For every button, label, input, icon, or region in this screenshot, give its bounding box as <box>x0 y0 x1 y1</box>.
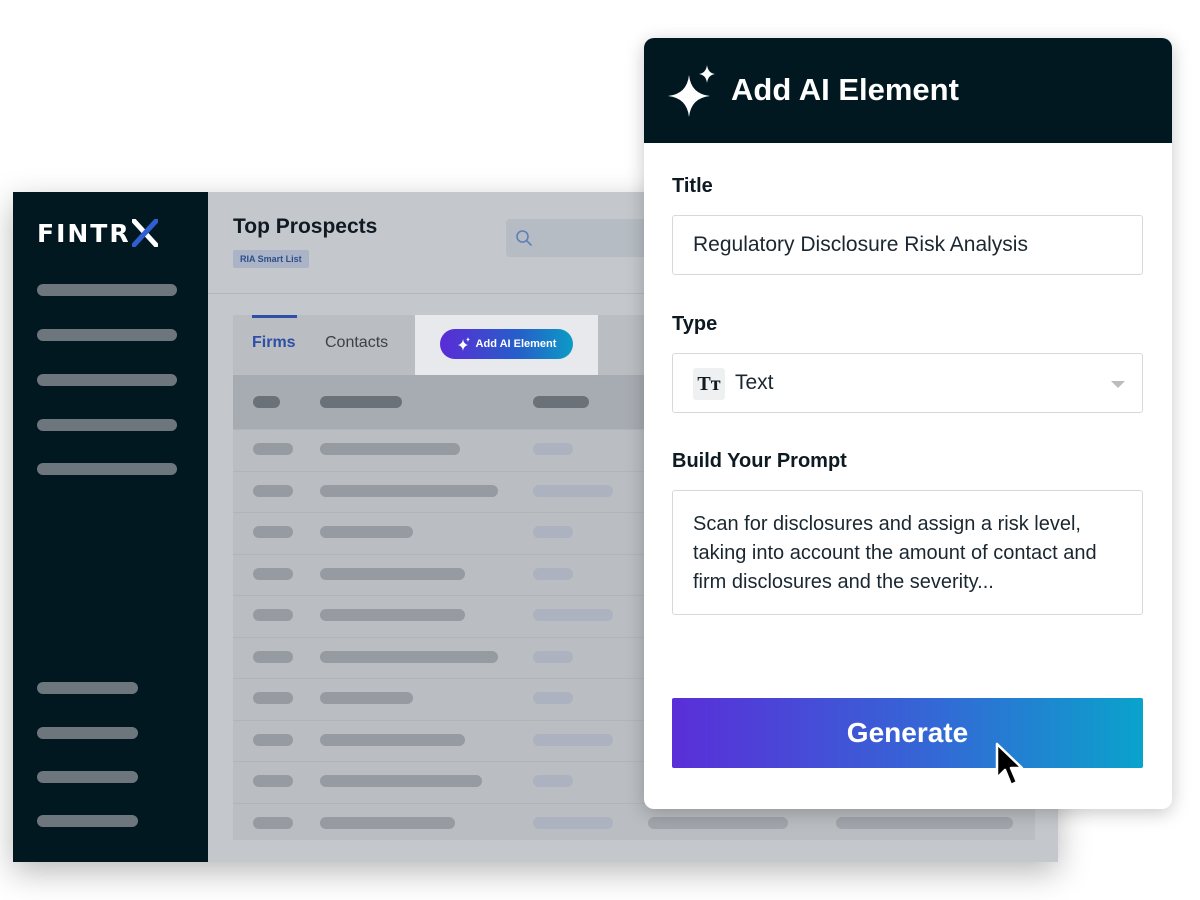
tab-firms[interactable]: Firms <box>252 334 296 352</box>
row-name <box>320 692 413 704</box>
sidebar-footer-item-4[interactable] <box>37 815 138 827</box>
row-detail <box>533 775 573 787</box>
row-name <box>320 733 465 746</box>
page-title: Top Prospects <box>233 215 378 238</box>
sidebar-footer-item-1[interactable] <box>37 682 138 694</box>
row-detail <box>533 609 613 621</box>
sparkle-icon <box>457 337 470 351</box>
row-detail <box>533 816 613 829</box>
logo-text: FINTR <box>37 218 131 248</box>
row-checkbox[interactable] <box>253 775 293 787</box>
title-label: Title <box>672 175 713 197</box>
column-header-name[interactable] <box>320 396 402 408</box>
column-header-select[interactable] <box>253 396 280 408</box>
type-value: Text <box>735 371 774 394</box>
mouse-cursor-icon <box>995 742 1024 787</box>
row-extra-1 <box>648 816 788 829</box>
row-name <box>320 443 460 455</box>
title-input[interactable]: Regulatory Disclosure Risk Analysis <box>672 215 1143 275</box>
sidebar-item-4[interactable] <box>37 419 177 431</box>
row-checkbox[interactable] <box>253 733 293 746</box>
sidebar-item-1[interactable] <box>37 284 177 296</box>
add-ai-element-dialog: Add AI Element Title Regulatory Disclosu… <box>644 38 1172 809</box>
row-checkbox[interactable] <box>253 526 293 538</box>
row-detail <box>533 567 573 580</box>
row-checkbox[interactable] <box>253 567 293 580</box>
row-detail <box>533 526 573 538</box>
row-detail <box>533 484 613 497</box>
dialog-header: Add AI Element <box>644 38 1172 143</box>
column-header-detail[interactable] <box>533 396 589 408</box>
row-checkbox[interactable] <box>253 650 293 663</box>
add-ai-element-button[interactable]: Add AI Element <box>440 329 573 359</box>
dialog-title: Add AI Element <box>731 72 959 107</box>
type-label: Type <box>672 313 718 335</box>
tab-firms-indicator <box>252 315 297 318</box>
sidebar-item-3[interactable] <box>37 374 177 386</box>
tab-contacts[interactable]: Contacts <box>325 334 388 352</box>
generate-button[interactable]: Generate <box>672 698 1143 768</box>
row-name <box>320 567 465 580</box>
sidebar-item-5[interactable] <box>37 463 177 475</box>
add-ai-element-label: Add AI Element <box>475 338 557 350</box>
search-icon <box>516 230 532 246</box>
row-checkbox[interactable] <box>253 816 293 829</box>
row-checkbox[interactable] <box>253 484 293 497</box>
row-name <box>320 526 413 538</box>
row-name <box>320 775 482 787</box>
sparkle-icon <box>668 65 715 117</box>
sidebar-item-2[interactable] <box>37 329 177 341</box>
fintrx-logo[interactable]: FINTR <box>37 218 158 248</box>
row-name <box>320 609 465 621</box>
type-select[interactable]: Tт Text <box>672 353 1143 413</box>
row-name <box>320 484 498 497</box>
list-type-badge: RIA Smart List <box>233 250 309 268</box>
row-detail <box>533 692 573 704</box>
row-name <box>320 816 455 829</box>
row-detail <box>533 443 573 455</box>
text-type-icon: Tт <box>693 368 725 400</box>
row-checkbox[interactable] <box>253 692 293 704</box>
chevron-down-icon[interactable] <box>1111 381 1125 388</box>
sidebar-footer-item-2[interactable] <box>37 727 138 739</box>
sidebar-footer-item-3[interactable] <box>37 771 138 783</box>
row-checkbox[interactable] <box>253 609 293 621</box>
prompt-textarea[interactable]: Scan for disclosures and assign a risk l… <box>672 490 1143 615</box>
row-checkbox[interactable] <box>253 443 293 455</box>
row-extra-2 <box>836 816 1013 829</box>
search-input[interactable] <box>506 219 666 257</box>
row-detail <box>533 733 613 746</box>
row-detail <box>533 650 573 663</box>
logo-x-icon <box>131 219 158 247</box>
sidebar: FINTR <box>13 192 208 862</box>
row-name <box>320 650 498 663</box>
prompt-label: Build Your Prompt <box>672 450 847 472</box>
